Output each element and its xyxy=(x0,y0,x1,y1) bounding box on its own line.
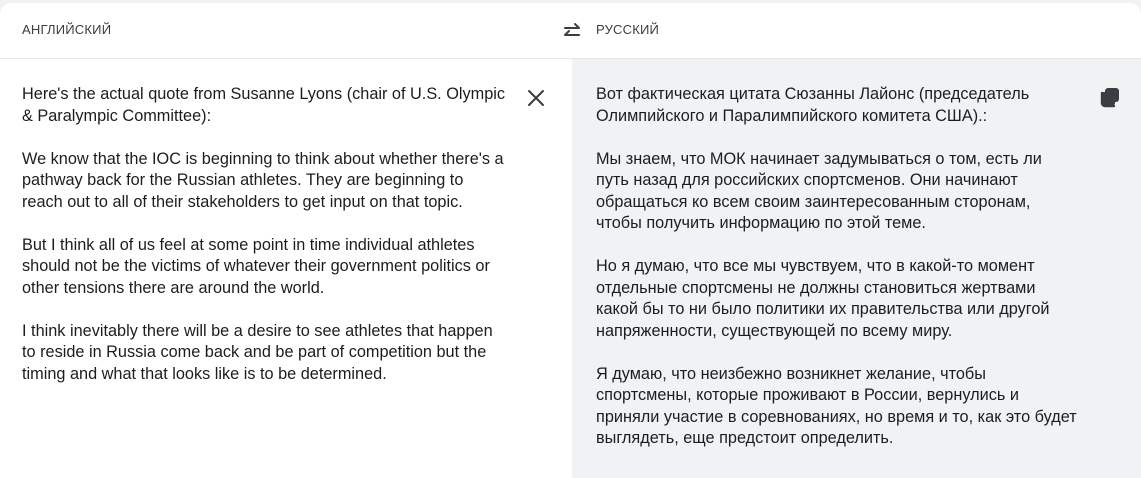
copy-translation-button[interactable] xyxy=(1099,86,1121,108)
translation-pane: Вот фактическая цитата Сюзанны Лайонс (п… xyxy=(572,59,1141,478)
source-text-input[interactable]: Here's the actual quote from Susanne Lyo… xyxy=(22,84,507,385)
target-language-selector[interactable]: РУССКИЙ xyxy=(596,22,659,37)
translated-text: Вот фактическая цитата Сюзанны Лайонс (п… xyxy=(596,85,1077,447)
source-language-selector[interactable]: АНГЛИЙСКИЙ xyxy=(22,22,111,37)
source-pane: Here's the actual quote from Susanne Lyo… xyxy=(0,59,572,478)
clear-text-button[interactable] xyxy=(524,86,548,110)
language-bar: АНГЛИЙСКИЙ РУССКИЙ xyxy=(0,3,1141,59)
close-icon xyxy=(528,90,544,106)
translator-panel: АНГЛИЙСКИЙ РУССКИЙ Here's the actual quo… xyxy=(0,3,1141,478)
swap-languages-icon xyxy=(564,23,580,36)
swap-languages-button[interactable] xyxy=(561,20,583,42)
copy-icon xyxy=(1100,88,1119,108)
